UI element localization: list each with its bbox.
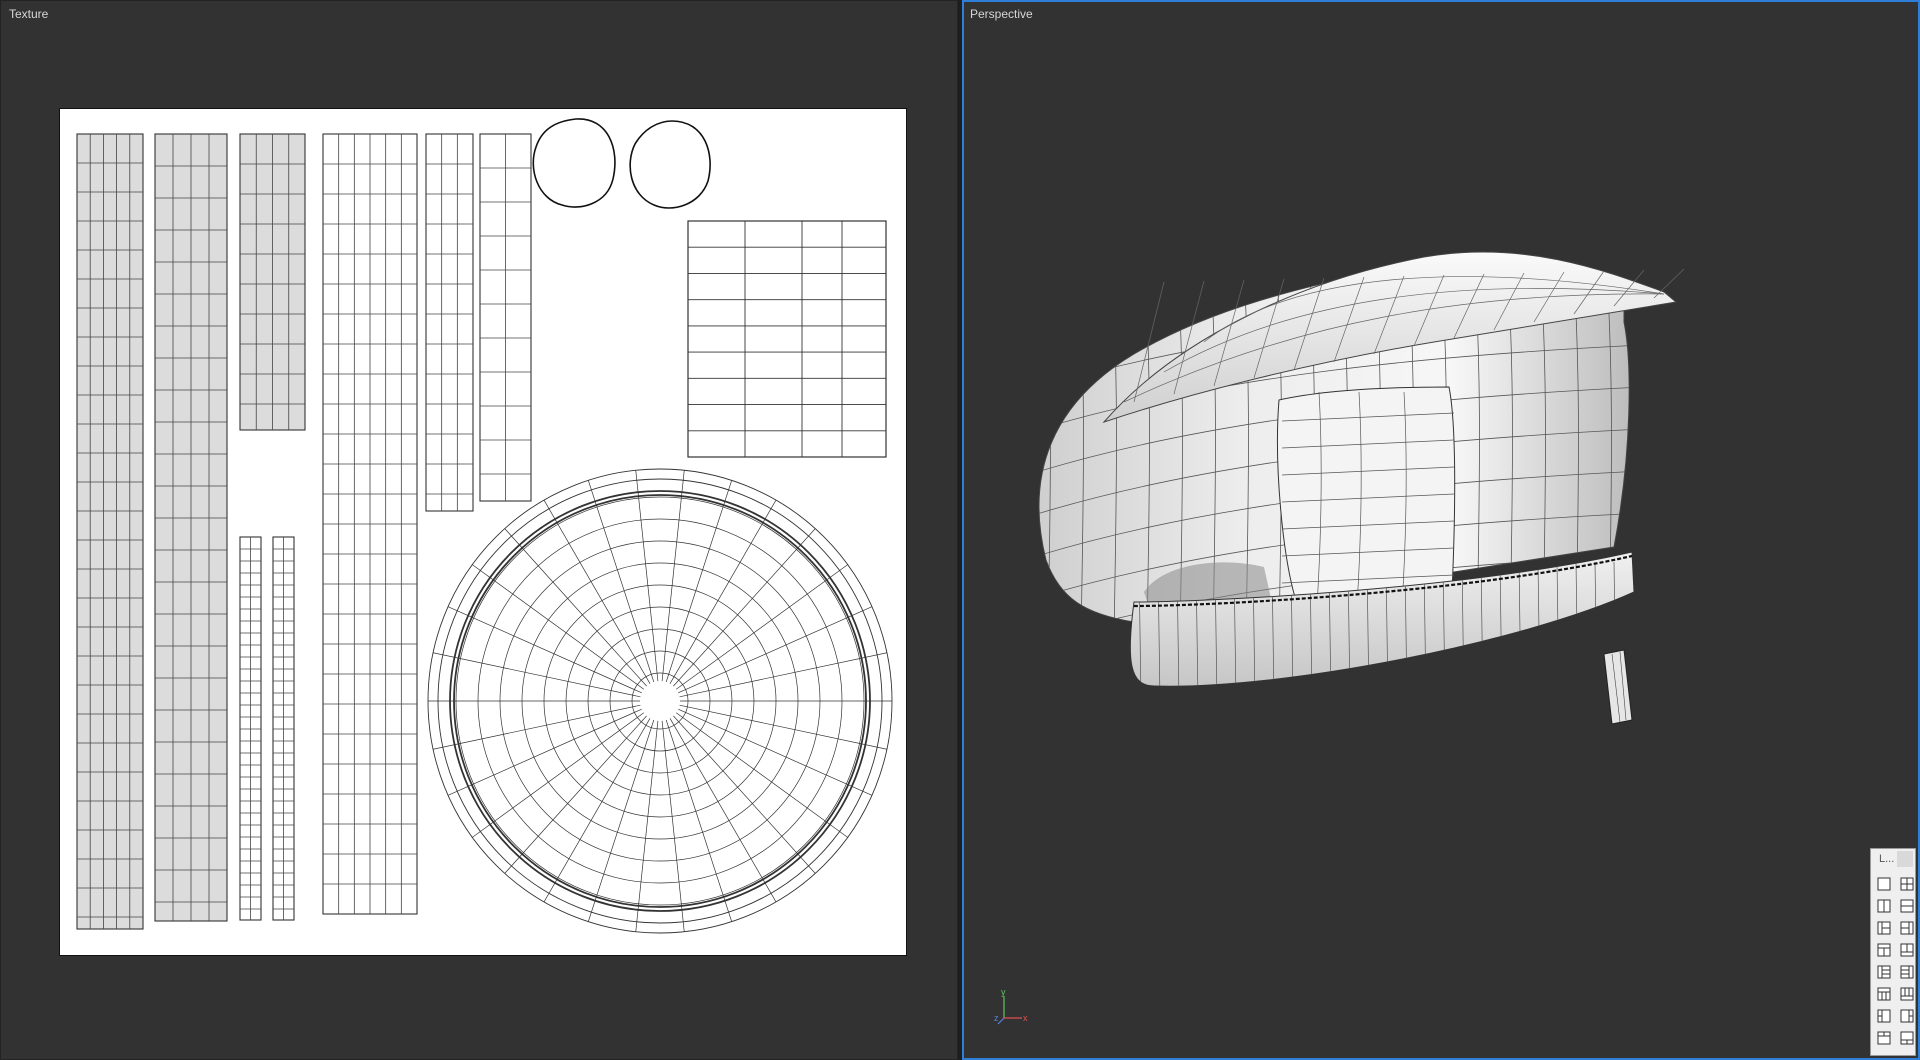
four-bottom-layout-icon — [1900, 987, 1914, 1001]
uv-grid-shell — [687, 220, 887, 458]
layout-options-grid — [1871, 869, 1915, 1049]
uv-circle-shells — [532, 118, 711, 209]
uv-strip-shell — [425, 133, 474, 512]
uv-strip-shells — [76, 133, 532, 930]
uv-disc-shell — [427, 468, 893, 934]
four-top-alt-layout-button[interactable] — [1874, 1027, 1894, 1049]
four-right-alt-layout-button[interactable] — [1897, 1005, 1917, 1027]
uv-strip-shell — [239, 133, 306, 431]
uv-oval-shell — [629, 120, 711, 209]
axis-y-label: y — [1001, 988, 1006, 997]
uv-strip-shell — [479, 133, 532, 502]
four-left-layout-icon — [1877, 965, 1891, 979]
four-bottom-layout-button[interactable] — [1897, 983, 1917, 1005]
beret-3d-model[interactable] — [964, 2, 1918, 1058]
four-split-layout-button[interactable] — [1897, 873, 1917, 895]
three-bottom-layout-button[interactable] — [1897, 939, 1917, 961]
three-left-layout-icon — [1877, 921, 1891, 935]
four-left-layout-button[interactable] — [1874, 961, 1894, 983]
four-top-layout-button[interactable] — [1874, 983, 1894, 1005]
single-layout-icon — [1877, 877, 1891, 891]
perspective-viewport[interactable]: Perspective y x z L... — [962, 0, 1920, 1060]
four-right-layout-icon — [1900, 965, 1914, 979]
layout-panel-title: L... — [1879, 853, 1895, 865]
three-right-layout-button[interactable] — [1897, 917, 1917, 939]
four-split-layout-icon — [1900, 877, 1914, 891]
four-right-alt-layout-icon — [1900, 1009, 1914, 1023]
two-vertical-layout-button[interactable] — [1874, 895, 1894, 917]
four-top-layout-icon — [1877, 987, 1891, 1001]
two-horizontal-layout-icon — [1900, 899, 1914, 913]
uv-strip-shell — [322, 133, 418, 915]
four-left-alt-layout-button[interactable] — [1874, 1005, 1894, 1027]
three-top-layout-icon — [1877, 943, 1891, 957]
axis-gizmo: y x z — [994, 987, 1034, 1028]
two-vertical-layout-icon — [1877, 899, 1891, 913]
uv-strip-shell — [239, 536, 262, 921]
three-left-layout-button[interactable] — [1874, 917, 1894, 939]
uv-texture-sheet[interactable] — [59, 108, 907, 956]
axis-x-label: x — [1023, 1013, 1028, 1023]
four-bottom-alt-layout-button[interactable] — [1897, 1027, 1917, 1049]
uv-strip-shell — [76, 133, 144, 930]
uv-strip-shell — [154, 133, 228, 922]
texture-viewport[interactable]: Texture — [0, 0, 958, 1060]
layout-panel-tab[interactable] — [1897, 851, 1913, 867]
ribbon-tail — [1603, 649, 1633, 725]
four-bottom-alt-layout-icon — [1900, 1031, 1914, 1045]
three-top-layout-button[interactable] — [1874, 939, 1894, 961]
axis-z-label: z — [994, 1013, 999, 1023]
four-top-alt-layout-icon — [1877, 1031, 1891, 1045]
layout-panel-header[interactable]: L... — [1871, 849, 1915, 869]
uv-strip-shell — [272, 536, 295, 921]
single-layout-button[interactable] — [1874, 873, 1894, 895]
uv-oval-shell — [532, 118, 616, 208]
three-bottom-layout-icon — [1900, 943, 1914, 957]
viewport-title[interactable]: Texture — [9, 7, 48, 21]
three-right-layout-icon — [1900, 921, 1914, 935]
four-right-layout-button[interactable] — [1897, 961, 1917, 983]
uv-layout — [76, 118, 893, 934]
four-left-alt-layout-icon — [1877, 1009, 1891, 1023]
viewport-layout-panel[interactable]: L... — [1870, 848, 1916, 1056]
two-horizontal-layout-button[interactable] — [1897, 895, 1917, 917]
